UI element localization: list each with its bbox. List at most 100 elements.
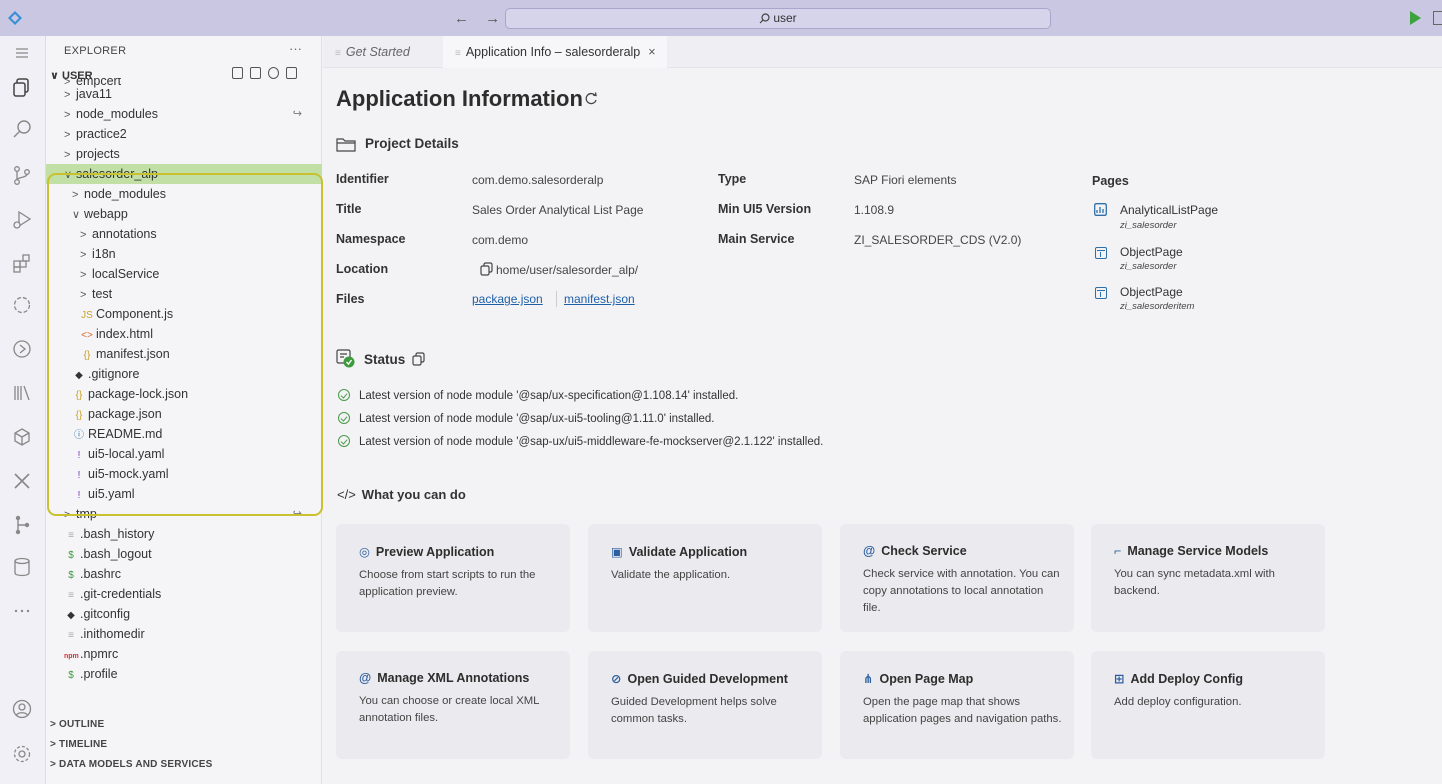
tree-item[interactable]: {} manifest.json [46,344,322,364]
command-search[interactable]: user [505,8,1051,29]
tree-item[interactable]: ! ui5.yaml [46,484,322,504]
app-logo-icon[interactable] [8,11,22,25]
git-graph-icon[interactable] [9,512,35,538]
tree-item[interactable]: $ .bashrc [46,564,322,584]
tree-item[interactable]: > tmp ↪ [46,504,322,524]
tree-item[interactable]: ! ui5-mock.yaml [46,464,322,484]
tree-item[interactable]: {} package-lock.json [46,384,322,404]
separator [556,291,557,307]
tree-item[interactable]: ≡ .git-credentials [46,584,322,604]
tree-item[interactable]: > node_modules [46,184,322,204]
chevron-down-icon[interactable]: ∨ [64,165,76,185]
add-deploy-config-card[interactable]: ⊞ Add Deploy Config Add deploy configurati… [1091,651,1325,759]
tree-item[interactable]: ◆ .gitignore [46,364,322,384]
tree-item[interactable]: > annotations [46,224,322,244]
manage-service-models-card[interactable]: ⌐ Manage Service Models You can sync metad… [1091,524,1325,632]
package-json-link[interactable]: package.json [472,292,543,306]
menu-icon[interactable] [9,40,35,66]
tab-get-started[interactable]: ≡ Get Started [323,36,443,68]
service-models-icon: ⌐ [1114,544,1122,558]
tree-item[interactable]: > projects [46,144,322,164]
tree-item[interactable]: JS Component.js [46,304,322,324]
card-title: @ Manage XML Annotations [359,671,570,685]
tree-item-label: java11 [76,87,112,101]
at-icon: @ [863,544,876,558]
tools-icon[interactable] [9,468,35,494]
preview-application-card[interactable]: ◎ Preview Application Choose from start sc… [336,524,570,632]
chevron-down-icon[interactable]: ∨ [72,205,84,225]
close-icon[interactable]: × [648,45,655,59]
ide-window: ← → user EXPLORER ··· ∨ USER > empcert >… [0,0,1442,784]
search-icon [759,13,770,24]
open-guided-development-card[interactable]: ⊘ Open Guided Development Guided Developme… [588,651,822,759]
tree-item[interactable]: ! ui5-local.yaml [46,444,322,464]
chevron-right-icon[interactable]: > [80,245,92,265]
card-title-text: Check Service [881,544,967,558]
more-icon[interactable] [9,598,35,624]
library-icon[interactable] [9,380,35,406]
check-service-card[interactable]: @ Check Service Check service with annotat… [840,524,1074,632]
tab-application-info[interactable]: ≡ Application Info – salesorderalp × [443,36,667,68]
cube-icon[interactable] [9,424,35,450]
copy-icon[interactable] [480,262,493,276]
outline-section[interactable]: > OUTLINE [50,719,104,730]
copy-icon[interactable] [412,352,425,366]
run-debug-icon[interactable] [9,206,35,232]
title-label: Title [336,202,362,216]
tree-item[interactable]: <> index.html [46,324,322,344]
tree-item-label: ui5-mock.yaml [88,467,169,481]
data-models-section[interactable]: > DATA MODELS AND SERVICES [50,759,213,770]
account-icon[interactable] [9,696,35,722]
chevron-right-icon[interactable]: > [64,505,76,525]
timeline-section[interactable]: > TIMELINE [50,739,107,750]
file-type-icon: ! [77,470,81,481]
tree-item[interactable]: ◆ .gitconfig [46,604,322,624]
validate-application-card[interactable]: ▣ Validate Application Validate the applic… [588,524,822,632]
tree-item-label: Component.js [96,307,174,321]
chevron-right-icon[interactable]: > [64,125,76,145]
tree-item[interactable]: ∨ webapp [46,204,322,224]
tree-item[interactable]: $ .profile [46,664,322,684]
search-icon[interactable] [9,116,35,142]
refresh-icon[interactable] [585,92,598,105]
run-icon[interactable] [1410,11,1421,25]
tree-item[interactable]: npm.npmrc [46,644,322,664]
explorer-more-button[interactable]: ··· [289,41,302,56]
tree-item[interactable]: ≡ .bash_history [46,524,322,544]
type-value: SAP Fiori elements [854,173,957,187]
chevron-right-icon[interactable]: > [64,145,76,165]
extensions-icon[interactable] [9,250,35,276]
remote-explorer-icon[interactable] [9,292,35,318]
tree-item[interactable]: > practice2 [46,124,322,144]
tree-item[interactable]: {} package.json [46,404,322,424]
source-control-icon[interactable] [9,162,35,188]
tree-item[interactable]: > node_modules ↪ [46,104,322,124]
chevron-right-icon[interactable]: > [64,105,76,125]
manage-xml-annotations-card[interactable]: @ Manage XML Annotations You can choose or… [336,651,570,759]
chevron-right-icon[interactable]: > [80,265,92,285]
chevron-right-icon[interactable]: > [64,85,76,105]
analytical-page-icon [1094,203,1107,216]
tree-item[interactable]: ⓘ README.md [46,424,322,444]
tree-item[interactable]: > test [46,284,322,304]
database-icon[interactable] [9,554,35,580]
timer-icon[interactable] [9,336,35,362]
chevron-right-icon[interactable]: > [80,285,92,305]
explorer-icon[interactable] [9,74,35,100]
split-editor-icon[interactable] [1433,11,1442,25]
tree-item[interactable]: ≡ .inithomedir [46,624,322,644]
chevron-right-icon[interactable]: > [80,225,92,245]
tree-item[interactable]: > i18n [46,244,322,264]
open-page-map-card[interactable]: ⋔ Open Page Map Open the page map that sho… [840,651,1074,759]
nav-arrows[interactable]: ← → [454,10,506,27]
chevron-right-icon[interactable]: > [72,185,84,205]
card-description: Validate the application. [611,569,731,581]
tree-item[interactable]: > java11 [46,84,322,104]
tree-item[interactable]: > localService [46,264,322,284]
file-type-icon: ≡ [68,630,74,641]
tree-item[interactable]: $ .bash_logout [46,544,322,564]
tree-item[interactable]: ∨ salesorder_alp [46,164,322,184]
manifest-json-link[interactable]: manifest.json [564,292,635,306]
settings-gear-icon[interactable] [9,741,35,767]
file-type-icon: ≡ [68,530,74,541]
